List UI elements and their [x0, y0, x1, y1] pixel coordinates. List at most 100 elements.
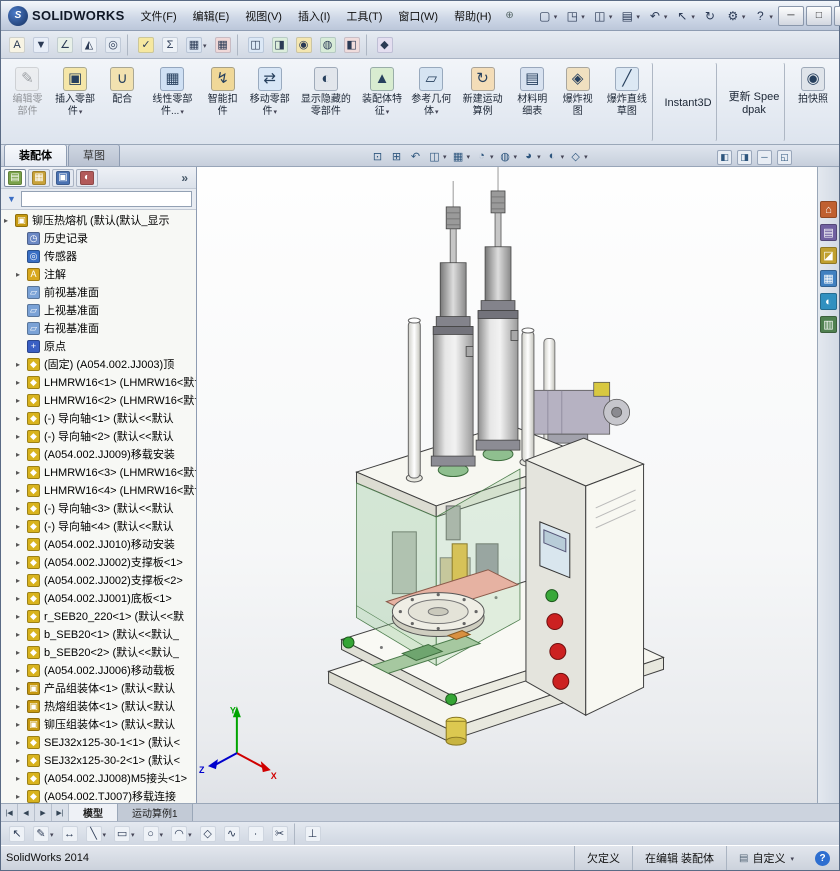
- sketch-tool-icon[interactable]: ✎: [30, 823, 57, 845]
- dropdown-arrow-icon[interactable]: [187, 828, 192, 840]
- assembly-features-button[interactable]: ▲ 装配体特征: [358, 62, 406, 142]
- rectangle-tool-icon[interactable]: ▭: [111, 823, 138, 845]
- featuremanager-tab[interactable]: ▤: [4, 168, 26, 187]
- move-component-button[interactable]: ⇄ 移动零部件: [246, 62, 294, 142]
- solidworks-resources-icon[interactable]: ⌂: [820, 201, 837, 218]
- file-explorer-icon[interactable]: ◪: [820, 247, 837, 264]
- document-minimize-icon[interactable]: ─: [756, 148, 773, 166]
- first-tab-icon[interactable]: |◀: [1, 804, 18, 821]
- dropdown-arrow-icon[interactable]: [513, 150, 518, 162]
- dropdown-arrow-icon[interactable]: [553, 10, 558, 22]
- equations-icon[interactable]: Σ: [159, 34, 181, 56]
- linear-component-pattern-button[interactable]: ▦ 线性零部件...: [145, 62, 199, 142]
- 3d-model-machine[interactable]: Y X Z: [197, 167, 817, 803]
- pin-menu-icon[interactable]: [499, 10, 519, 21]
- options-icon[interactable]: ⚙: [722, 5, 749, 27]
- print-icon[interactable]: ▤: [616, 5, 643, 27]
- view-palette-icon[interactable]: ▦: [820, 270, 837, 287]
- status-custom-toolbar[interactable]: 自定义: [726, 846, 806, 870]
- interference-detection-icon[interactable]: ◫: [245, 34, 267, 56]
- expander-icon[interactable]: [16, 720, 26, 729]
- circle-tool-icon[interactable]: ○: [140, 823, 167, 845]
- view-settings-icon[interactable]: ◇: [567, 147, 589, 165]
- expander-icon[interactable]: [16, 504, 26, 513]
- panel-flyout-expand-icon[interactable]: [176, 171, 193, 185]
- maximize-button[interactable]: □: [805, 5, 832, 26]
- menu-tools[interactable]: 工具(T): [338, 4, 390, 28]
- dropdown-arrow-icon[interactable]: [789, 852, 794, 864]
- tree-item[interactable]: ▱ 右视基准面: [1, 319, 196, 337]
- expander-icon[interactable]: [16, 738, 26, 747]
- tree-item[interactable]: ◆ SEJ32x125-30-1<1> (默认<: [1, 733, 196, 751]
- dropdown-arrow-icon[interactable]: [179, 106, 184, 117]
- tree-item[interactable]: ▣ 铆压热熔机 (默认(默认_显示: [1, 211, 196, 229]
- tree-item[interactable]: ◆ (A054.002.JJ001)底板<1>: [1, 589, 196, 607]
- trim-entities-icon[interactable]: ✂: [269, 822, 295, 845]
- spline-tool-icon[interactable]: ∿: [221, 823, 243, 845]
- tree-item[interactable]: ▣ 铆压组装体<1> (默认<默认: [1, 715, 196, 733]
- tree-item[interactable]: ◆ r_SEB20_220<1> (默认<<默: [1, 607, 196, 625]
- tab-assembly[interactable]: 装配体: [4, 144, 67, 166]
- expander-icon[interactable]: [4, 216, 14, 225]
- apply-scene-icon[interactable]: ◐: [544, 147, 566, 165]
- section-view-icon[interactable]: ◫: [426, 147, 448, 165]
- export-table-icon[interactable]: ▦: [212, 33, 238, 56]
- dropdown-arrow-icon[interactable]: [49, 828, 54, 840]
- mate-button[interactable]: ∪ 配合: [100, 62, 144, 142]
- select-tool-icon[interactable]: ↖: [6, 823, 28, 845]
- tree-item[interactable]: ▱ 上视基准面: [1, 301, 196, 319]
- check-document-icon[interactable]: ✓: [135, 34, 157, 56]
- last-tab-icon[interactable]: ▶|: [52, 804, 69, 821]
- undo-icon[interactable]: ↶: [644, 5, 671, 27]
- dropdown-arrow-icon[interactable]: [202, 39, 207, 51]
- dropdown-arrow-icon[interactable]: [385, 106, 390, 117]
- custom-properties-icon[interactable]: ▥: [820, 316, 837, 333]
- menu-insert[interactable]: 插入(I): [290, 4, 338, 28]
- tree-item[interactable]: ◆ (-) 导向轴<3> (默认<<默认: [1, 499, 196, 517]
- reference-geometry-button[interactable]: ▱ 参考几何体: [407, 62, 455, 142]
- expander-icon[interactable]: [16, 396, 26, 405]
- tree-item[interactable]: ◆ b_SEB20<2> (默认<<默认_: [1, 643, 196, 661]
- new-document-icon[interactable]: ▢: [534, 5, 561, 27]
- menu-file[interactable]: 文件(F): [133, 4, 185, 28]
- dropdown-arrow-icon[interactable]: [102, 828, 107, 840]
- expander-icon[interactable]: [16, 774, 26, 783]
- tab-sketch[interactable]: 草图: [68, 144, 120, 166]
- tree-item[interactable]: ◆ (-) 导向轴<4> (默认<<默认: [1, 517, 196, 535]
- status-help-icon[interactable]: ?: [815, 850, 830, 866]
- tree-item[interactable]: ▣ 产品组装体<1> (默认<默认: [1, 679, 196, 697]
- save-icon[interactable]: ◫: [589, 5, 616, 27]
- edit-appearance-icon[interactable]: ◕: [520, 147, 542, 165]
- expander-icon[interactable]: [16, 378, 26, 387]
- tree-item[interactable]: ◆ (A054.002.TJ007)移载连接: [1, 787, 196, 803]
- dropdown-arrow-icon[interactable]: [466, 150, 471, 162]
- menu-help[interactable]: 帮助(H): [446, 4, 499, 28]
- feature-tree-filter-input[interactable]: [21, 191, 192, 207]
- menu-window[interactable]: 窗口(W): [390, 4, 446, 28]
- select-icon[interactable]: ↖: [671, 5, 698, 27]
- tree-item[interactable]: ◆ b_SEB20<1> (默认<<默认_: [1, 625, 196, 643]
- take-snapshot-button[interactable]: ◉ 拍快照: [791, 62, 835, 142]
- dropdown-arrow-icon[interactable]: [690, 10, 695, 22]
- expander-icon[interactable]: [16, 594, 26, 603]
- tree-item[interactable]: ◆ LHMRW16<4> (LHMRW16<默认: [1, 481, 196, 499]
- help-icon[interactable]: ?: [749, 5, 776, 27]
- dropdown-arrow-icon[interactable]: [583, 150, 588, 162]
- point-tool-icon[interactable]: ∙: [245, 823, 267, 845]
- dropdown-arrow-icon[interactable]: [159, 828, 164, 840]
- performance-evaluation-icon[interactable]: ◎: [102, 33, 128, 56]
- expander-icon[interactable]: [16, 756, 26, 765]
- pane-split-left-icon[interactable]: ◧: [716, 148, 733, 166]
- dropdown-arrow-icon[interactable]: [130, 828, 135, 840]
- tree-item[interactable]: ◆ (-) 导向轴<1> (默认<<默认: [1, 409, 196, 427]
- dropdown-arrow-icon[interactable]: [608, 10, 613, 22]
- document-restore-icon[interactable]: ◱: [776, 148, 793, 166]
- expander-icon[interactable]: [16, 702, 26, 711]
- dropdown-arrow-icon[interactable]: [741, 10, 746, 22]
- expander-icon[interactable]: [16, 612, 26, 621]
- polygon-tool-icon[interactable]: ◇: [197, 823, 219, 845]
- graphics-area[interactable]: Y X Z: [197, 167, 817, 803]
- tree-item[interactable]: ◆ (A054.002.JJ006)移动载板: [1, 661, 196, 679]
- expander-icon[interactable]: [16, 360, 26, 369]
- tab-model[interactable]: 模型: [69, 804, 118, 821]
